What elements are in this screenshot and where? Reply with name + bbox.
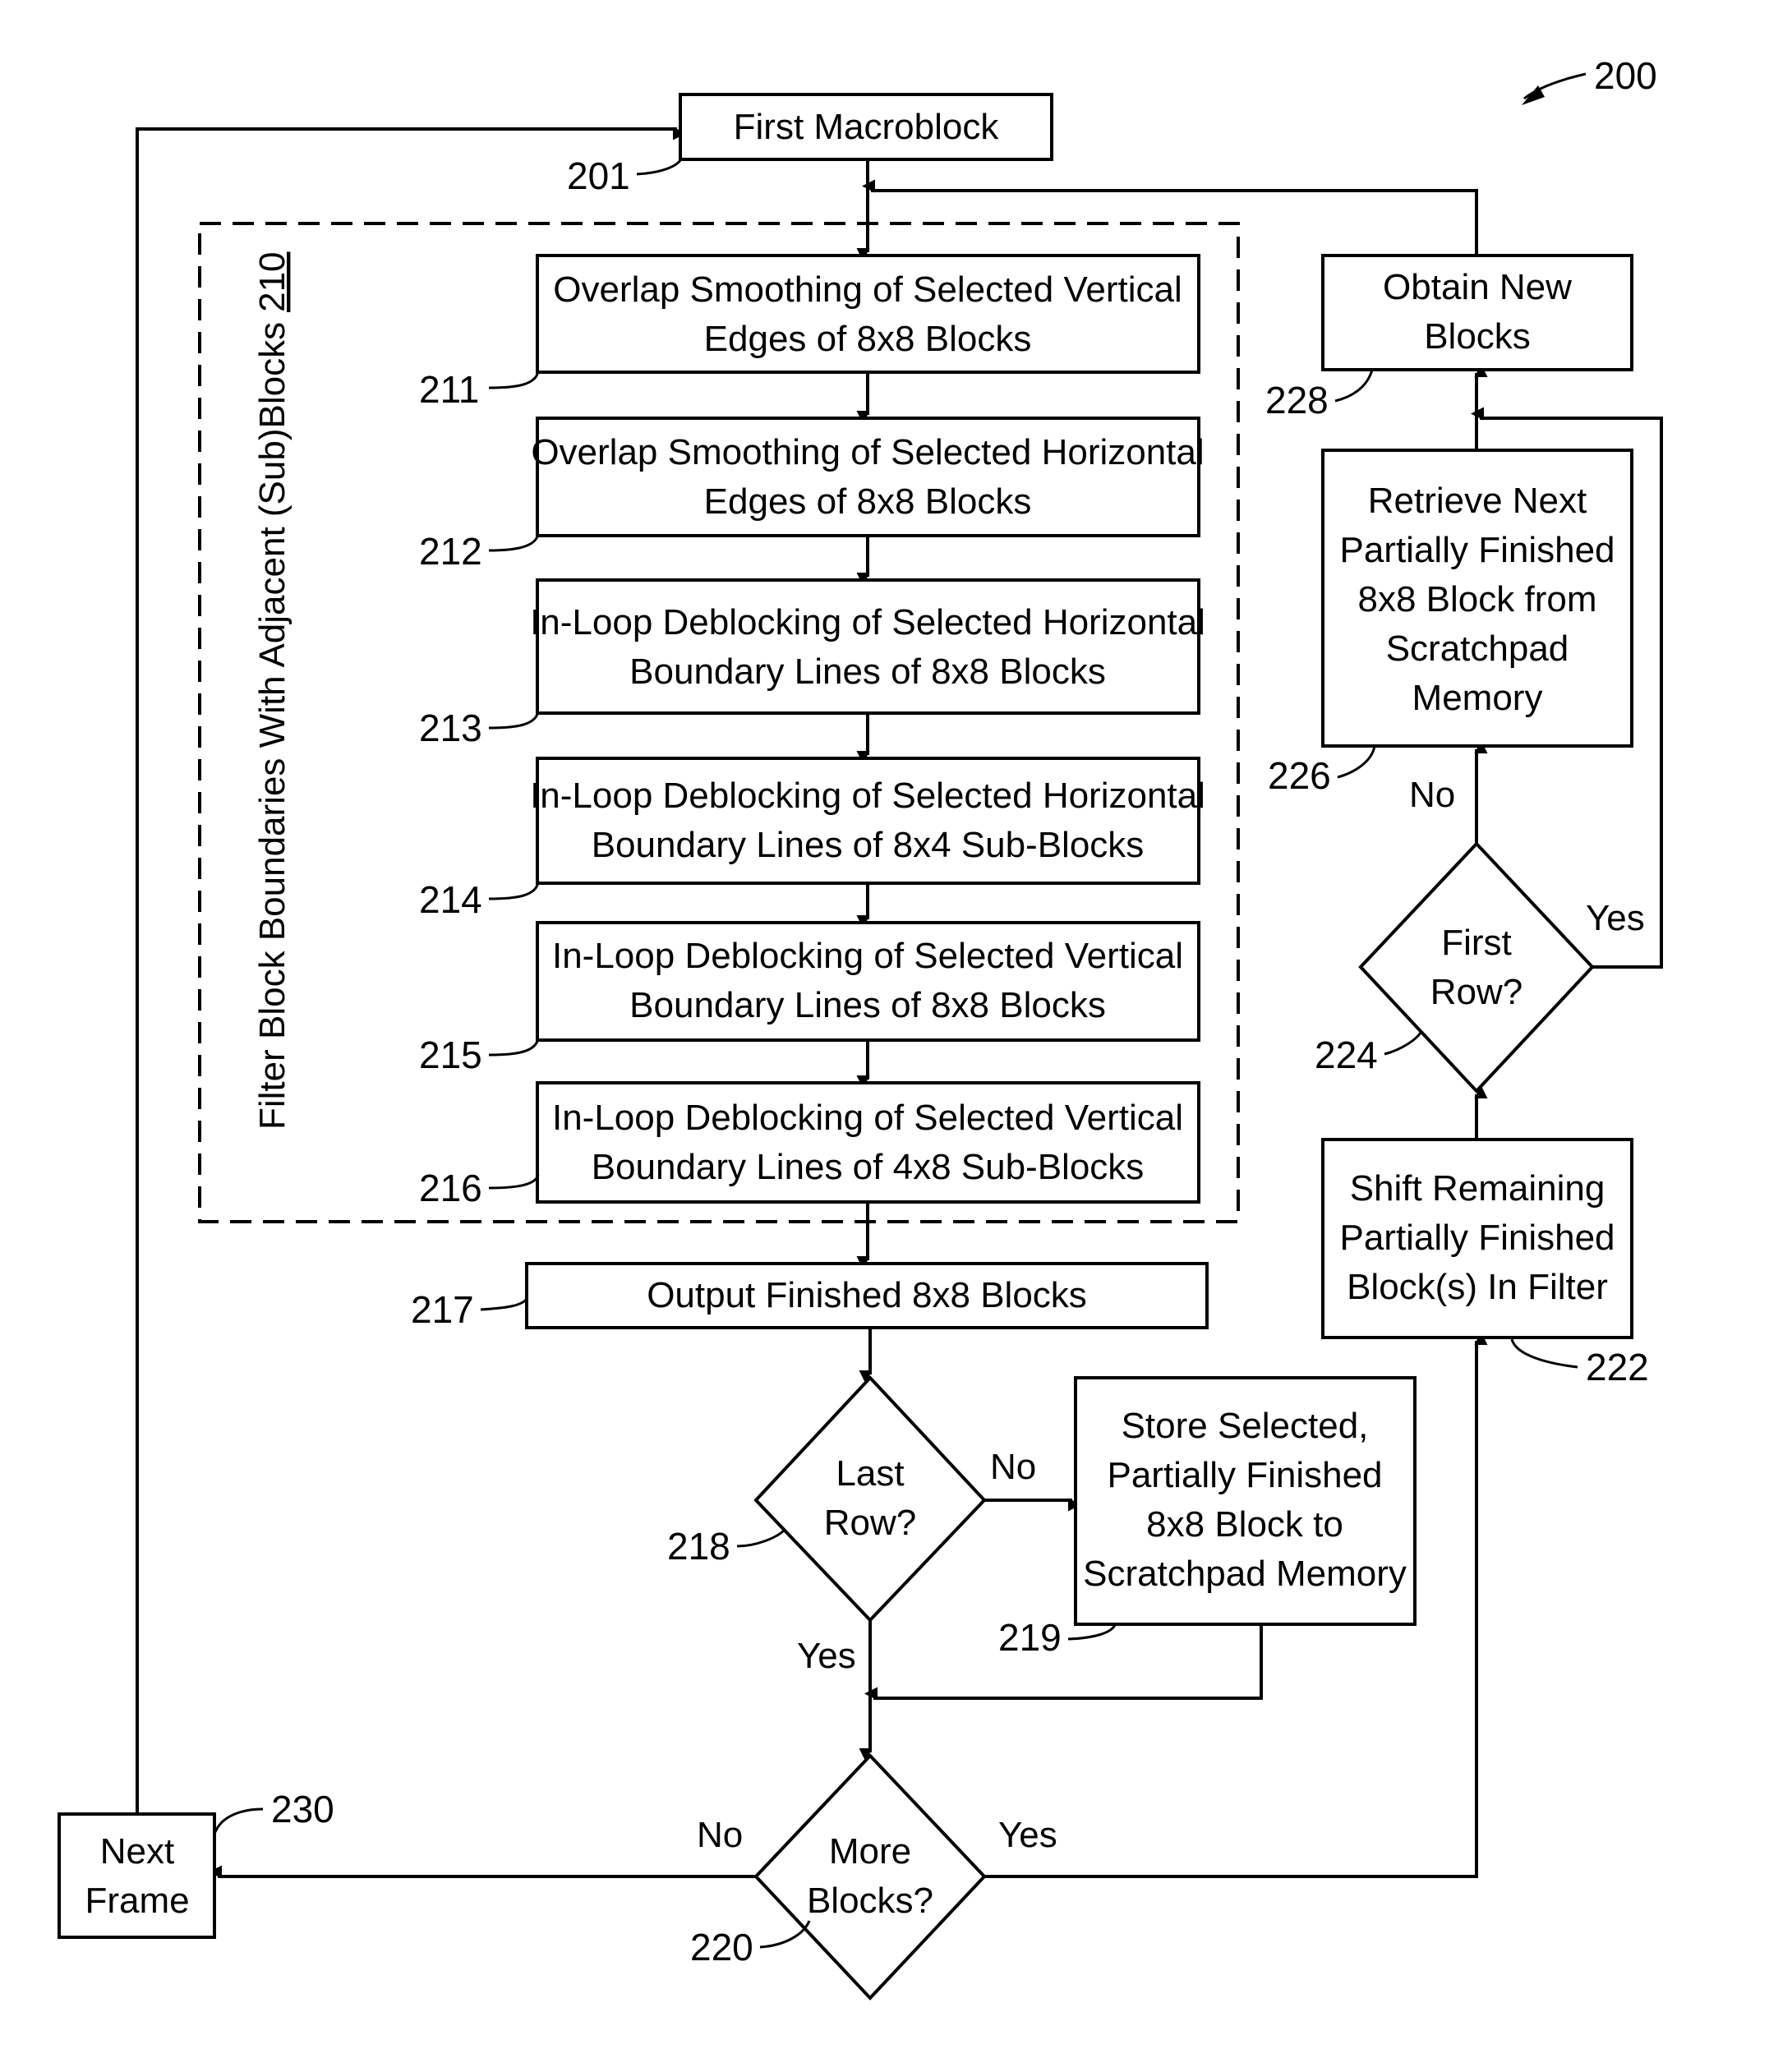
filter-group-label: Filter Block Boundaries With Adjacent (S… [252,251,293,1130]
ref-217: 217 [411,1288,474,1331]
node-215[interactable]: In-Loop Deblocking of Selected Vertical … [536,921,1200,1042]
decision-218-line1: Last [836,1453,904,1494]
node-216[interactable]: In-Loop Deblocking of Selected Vertical … [536,1081,1200,1204]
node-230-line1: Next [100,1831,174,1872]
figure-ref-label: 200 [1594,54,1657,97]
node-212-line2: Edges of 8x8 Blocks [704,481,1032,522]
node-222-line2: Partially Finished [1339,1218,1615,1258]
node-226-line2: Partially Finished [1339,530,1615,570]
ref-211: 211 [419,368,479,411]
ref-212: 212 [419,530,482,573]
edge-label-218-no: No [990,1447,1036,1487]
node-226-line3: 8x8 Block from [1358,579,1597,619]
node-219-line3: 8x8 Block to [1146,1504,1343,1545]
node-212[interactable]: Overlap Smoothing of Selected Horizontal… [531,417,1205,537]
decision-224-line2: Row? [1430,972,1523,1012]
decision-218-line2: Row? [824,1503,917,1543]
node-216-line2: Boundary Lines of 4x8 Sub-Blocks [592,1147,1145,1187]
node-215-line1: In-Loop Deblocking of Selected Vertical [552,936,1183,976]
node-219-line4: Scratchpad Memory [1083,1554,1407,1594]
node-226[interactable]: Retrieve Next Partially Finished 8x8 Blo… [1321,449,1633,748]
node-217-label: Output Finished 8x8 Blocks [647,1275,1087,1315]
ref-219: 219 [998,1616,1062,1659]
ref-215: 215 [419,1034,482,1076]
edge-label-220-yes: Yes [998,1815,1057,1855]
edge-label-224-no: No [1409,775,1455,815]
ref-213: 213 [419,707,482,749]
ref-230: 230 [271,1788,334,1830]
node-214-line2: Boundary Lines of 8x4 Sub-Blocks [592,825,1145,865]
node-226-line4: Scratchpad [1386,629,1569,669]
node-230-line2: Frame [85,1881,189,1921]
ref-214: 214 [419,878,482,921]
node-213[interactable]: In-Loop Deblocking of Selected Horizonta… [530,578,1205,715]
node-219-line2: Partially Finished [1107,1455,1382,1495]
node-213-line2: Boundary Lines of 8x8 Blocks [629,652,1106,692]
ref-220: 220 [690,1926,753,1968]
decision-224-line1: First [1441,923,1512,963]
edge-label-218-yes: Yes [797,1636,856,1676]
ref-222: 222 [1586,1346,1649,1388]
node-211-line2: Edges of 8x8 Blocks [704,319,1032,359]
node-201-label: First Macroblock [734,107,1000,147]
node-211-line1: Overlap Smoothing of Selected Vertical [553,269,1182,310]
node-213-line1: In-Loop Deblocking of Selected Horizonta… [530,602,1205,642]
figure-ref-200: 200 [1522,54,1657,105]
node-222[interactable]: Shift Remaining Partially Finished Block… [1321,1138,1633,1339]
decision-220[interactable]: More Blocks? [753,1753,987,2001]
decision-218[interactable]: Last Row? [753,1375,987,1623]
flowchart-canvas: 200 Filter Block Boundaries With Adjacen… [58,54,1663,2001]
decision-220-line1: More [829,1831,911,1872]
node-230[interactable]: Next Frame [58,1812,216,1939]
node-228[interactable]: Obtain New Blocks [1321,254,1633,371]
ref-218: 218 [667,1525,730,1568]
node-219[interactable]: Store Selected, Partially Finished 8x8 B… [1074,1376,1417,1626]
node-219-line1: Store Selected, [1122,1406,1369,1446]
node-228-line1: Obtain New [1383,267,1572,307]
node-212-line1: Overlap Smoothing of Selected Horizontal [531,432,1204,472]
node-214[interactable]: In-Loop Deblocking of Selected Horizonta… [530,757,1205,885]
node-216-line1: In-Loop Deblocking of Selected Vertical [552,1098,1183,1138]
edge-219-merge [864,1624,1263,1701]
node-222-line1: Shift Remaining [1350,1168,1605,1209]
node-217[interactable]: Output Finished 8x8 Blocks [525,1262,1209,1329]
decision-224[interactable]: First Row? [1358,841,1595,1094]
edge-label-224-yes: Yes [1586,898,1645,938]
node-226-line5: Memory [1412,678,1543,718]
node-211[interactable]: Overlap Smoothing of Selected Vertical E… [536,254,1200,374]
node-226-line1: Retrieve Next [1368,481,1587,521]
node-201[interactable]: First Macroblock [679,93,1053,161]
edge-label-220-no: No [697,1815,743,1855]
ref-224: 224 [1315,1034,1378,1076]
node-214-line1: In-Loop Deblocking of Selected Horizonta… [530,776,1205,816]
ref-226: 226 [1268,754,1331,797]
ref-201: 201 [567,154,630,197]
decision-220-line2: Blocks? [807,1881,933,1921]
ref-216: 216 [419,1167,482,1209]
node-215-line2: Boundary Lines of 8x8 Blocks [629,985,1106,1025]
ref-228: 228 [1265,379,1329,421]
node-228-line2: Blocks [1424,316,1531,357]
node-222-line3: Block(s) In Filter [1347,1267,1608,1307]
